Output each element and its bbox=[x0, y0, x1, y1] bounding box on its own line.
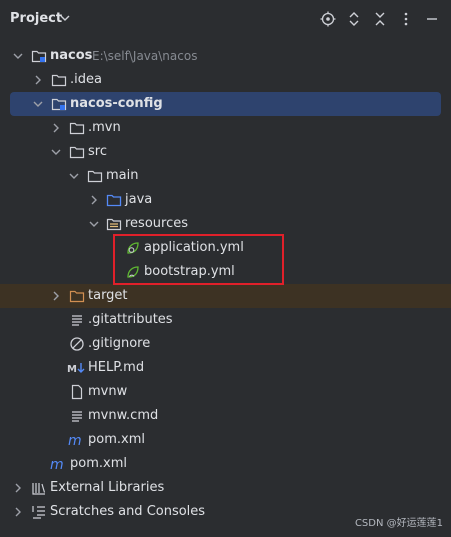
chevron-right-icon[interactable] bbox=[31, 73, 45, 87]
scratches-icon bbox=[32, 506, 45, 519]
chevron-right-icon[interactable] bbox=[49, 289, 63, 303]
resources-folder-icon bbox=[106, 218, 122, 231]
module-path: E:\self\Java\nacos bbox=[92, 49, 198, 63]
tree-item-label: src bbox=[88, 144, 107, 159]
tree-item-mvnw[interactable]: mvnw bbox=[0, 380, 451, 404]
tree-item-label: mvnw bbox=[88, 384, 128, 399]
tree-item-nacos[interactable]: nacos E:\self\Java\nacos bbox=[0, 44, 451, 68]
tree-item-label: .idea bbox=[70, 72, 102, 87]
tree-item-label: resources bbox=[125, 216, 189, 231]
select-opened-file-icon[interactable] bbox=[320, 11, 336, 27]
chevron-down-icon[interactable] bbox=[67, 169, 81, 183]
chevron-down-icon[interactable] bbox=[11, 49, 25, 63]
collapse-all-icon[interactable] bbox=[372, 11, 388, 27]
tree-item-label: nacos bbox=[50, 48, 93, 63]
minimize-icon[interactable] bbox=[424, 11, 440, 27]
tree-item-src[interactable]: src bbox=[0, 140, 451, 164]
more-options-icon[interactable] bbox=[398, 11, 414, 27]
folder-icon bbox=[69, 146, 85, 159]
svg-text:M: M bbox=[67, 364, 77, 375]
markdown-file-icon: M bbox=[67, 363, 85, 375]
expand-all-icon[interactable] bbox=[346, 11, 362, 27]
tree-item-label: pom.xml bbox=[70, 456, 127, 471]
tree-item-label: target bbox=[88, 288, 128, 303]
tree-item-resources[interactable]: resources bbox=[0, 212, 451, 236]
tree-item-main[interactable]: main bbox=[0, 164, 451, 188]
folder-icon bbox=[69, 122, 85, 135]
tree-item-label: .gitattributes bbox=[88, 312, 173, 327]
text-file-icon bbox=[72, 411, 82, 422]
tree-item-label: .mvn bbox=[88, 120, 121, 135]
tree-item-label: java bbox=[125, 192, 153, 207]
module-folder-icon bbox=[51, 98, 67, 111]
svg-text:m: m bbox=[68, 433, 82, 448]
tree-item-gitignore[interactable]: .gitignore bbox=[0, 332, 451, 356]
ignore-file-icon bbox=[70, 337, 84, 351]
project-tool-window-header: Project bbox=[0, 0, 451, 38]
tree-item-label: Scratches and Consoles bbox=[50, 504, 206, 519]
tree-item-label: .gitignore bbox=[88, 336, 151, 351]
tree-item-label: main bbox=[106, 168, 139, 183]
chevron-right-icon[interactable] bbox=[11, 505, 25, 519]
tree-item-gitattributes[interactable]: .gitattributes bbox=[0, 308, 451, 332]
chevron-down-icon[interactable] bbox=[58, 11, 72, 25]
module-folder-icon bbox=[31, 50, 47, 63]
maven-icon: m bbox=[50, 457, 64, 472]
chevron-right-icon[interactable] bbox=[49, 121, 63, 135]
excluded-folder-icon bbox=[69, 290, 85, 303]
tree-item-java[interactable]: java bbox=[0, 188, 451, 212]
file-icon bbox=[71, 384, 83, 400]
tree-item-target[interactable]: target bbox=[0, 284, 451, 308]
tree-item-label: External Libraries bbox=[50, 480, 165, 495]
tree-item-help-md[interactable]: M HELP.md bbox=[0, 356, 451, 380]
tree-item-pom-xml[interactable]: m pom.xml bbox=[0, 428, 451, 452]
library-icon bbox=[32, 483, 46, 495]
tree-item-nacos-config[interactable]: nacos-config bbox=[0, 92, 451, 116]
text-file-icon bbox=[72, 315, 82, 326]
maven-icon: m bbox=[68, 433, 82, 448]
annotation-highlight-box bbox=[113, 234, 284, 285]
folder-icon bbox=[51, 74, 67, 87]
chevron-right-icon[interactable] bbox=[87, 193, 101, 207]
watermark: CSDN @好运莲莲1 bbox=[354, 518, 443, 529]
svg-text:m: m bbox=[50, 457, 64, 472]
tree-item-label: nacos-config bbox=[70, 96, 163, 111]
tree-item-mvn[interactable]: .mvn bbox=[0, 116, 451, 140]
tree-item-label: pom.xml bbox=[88, 432, 145, 447]
project-view-title[interactable]: Project bbox=[10, 11, 62, 26]
tree-item-pom-xml-root[interactable]: m pom.xml bbox=[0, 452, 451, 476]
chevron-down-icon[interactable] bbox=[31, 97, 45, 111]
tree-item-mvnw-cmd[interactable]: mvnw.cmd bbox=[0, 404, 451, 428]
tree-item-label: mvnw.cmd bbox=[88, 408, 159, 423]
tree-item-external-libraries[interactable]: External Libraries bbox=[0, 476, 451, 500]
chevron-down-icon[interactable] bbox=[87, 217, 101, 231]
source-folder-icon bbox=[106, 194, 122, 207]
folder-icon bbox=[87, 170, 103, 183]
tree-item-label: HELP.md bbox=[88, 360, 145, 375]
tree-item-idea[interactable]: .idea bbox=[0, 68, 451, 92]
chevron-down-icon[interactable] bbox=[49, 145, 63, 159]
chevron-right-icon[interactable] bbox=[11, 481, 25, 495]
